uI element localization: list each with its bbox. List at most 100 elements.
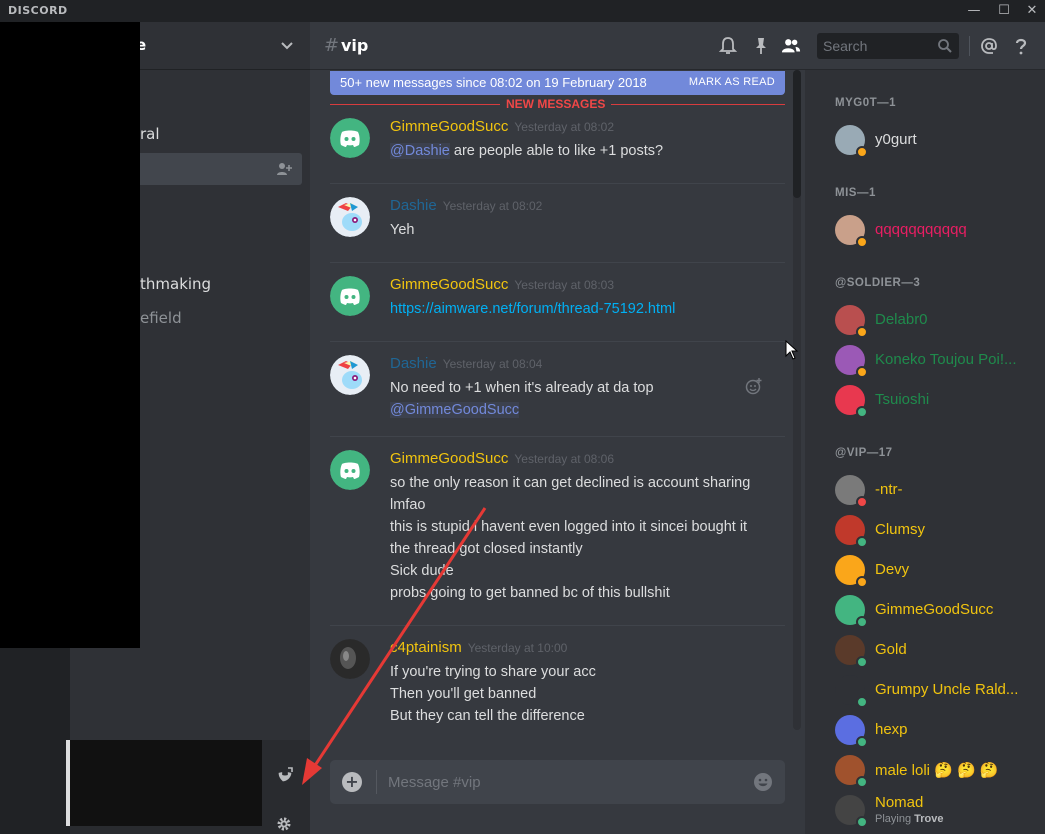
close-button[interactable]: ✕: [1018, 2, 1045, 20]
member-name[interactable]: GimmeGoodSucc: [875, 601, 993, 618]
channel-name: vip: [341, 36, 369, 55]
status-indicator-icon: [856, 406, 868, 418]
status-indicator-icon: [856, 326, 868, 338]
help-icon[interactable]: [1011, 36, 1031, 56]
message-text: But they can tell the difference: [390, 708, 585, 724]
user-mention[interactable]: @GimmeGoodSucc: [390, 402, 520, 418]
new-messages-bar[interactable]: 50+ new messages since 08:02 on 19 Febru…: [330, 71, 785, 95]
member-item[interactable]: Gold: [835, 633, 1035, 669]
status-indicator-icon: [856, 496, 868, 508]
member-item[interactable]: -ntr-: [835, 473, 1035, 509]
channel-label: efield: [140, 309, 182, 327]
chat-scrollbar-thumb[interactable]: [793, 70, 801, 198]
add-member-icon[interactable]: [276, 161, 292, 177]
member-name[interactable]: Gold: [875, 641, 907, 658]
message-timestamp: Yesterday at 08:06: [514, 452, 615, 466]
message-text: so the only reason it can get declined i…: [390, 475, 751, 491]
discord-avatar-icon[interactable]: [330, 118, 370, 158]
member-item[interactable]: Clumsy: [835, 513, 1035, 549]
message-header: GimmeGoodSucc Yesterday at 08:06: [390, 450, 614, 467]
maximize-button[interactable]: ☐: [990, 2, 1018, 20]
status-indicator-icon: [856, 816, 868, 828]
member-activity: Playing Trove: [875, 813, 944, 825]
member-name[interactable]: Delabr0: [875, 311, 928, 328]
message-author[interactable]: c4ptainism: [390, 639, 462, 656]
member-item[interactable]: Nomad Playing Trove: [835, 793, 1035, 829]
status-indicator-icon: [856, 366, 868, 378]
mouse-cursor-icon: [785, 340, 799, 360]
member-item[interactable]: GimmeGoodSucc: [835, 593, 1035, 629]
pin-icon[interactable]: [751, 36, 771, 56]
member-item[interactable]: hexp: [835, 713, 1035, 749]
status-indicator-icon: [856, 536, 868, 548]
message-text: No need to +1 when it's already at da to…: [390, 380, 654, 396]
member-name[interactable]: hexp: [875, 721, 908, 738]
search-box[interactable]: [817, 33, 959, 59]
discord-avatar-icon[interactable]: [330, 276, 370, 316]
header-separator: [969, 36, 970, 56]
message-text: lmfao: [390, 497, 426, 513]
chevron-down-icon[interactable]: [278, 36, 296, 54]
message-author[interactable]: Dashie: [390, 355, 437, 372]
pony-avatar-icon[interactable]: [330, 355, 370, 395]
separator-line: [330, 436, 785, 437]
message-content: @Dashie are people able to like +1 posts…: [390, 140, 663, 162]
mark-as-read-button[interactable]: MARK AS READ: [689, 76, 775, 88]
member-item[interactable]: Tsuioshi: [835, 383, 1035, 419]
status-indicator-icon: [856, 616, 868, 628]
member-name[interactable]: Tsuioshi: [875, 391, 929, 408]
gear-icon[interactable]: [276, 816, 292, 832]
message-link[interactable]: https://aimware.net/forum/thread-75192.h…: [390, 301, 675, 317]
bell-icon[interactable]: [718, 36, 738, 56]
message-input[interactable]: [388, 760, 738, 804]
upload-plus-icon[interactable]: +: [342, 772, 362, 792]
member-name[interactable]: y0gurt: [875, 131, 917, 148]
member-name[interactable]: Clumsy: [875, 521, 925, 538]
app-brand: DISCORD: [8, 4, 68, 17]
message-author[interactable]: GimmeGoodSucc: [390, 450, 508, 467]
member-item[interactable]: Devy: [835, 553, 1035, 589]
member-item[interactable]: Delabr0: [835, 303, 1035, 339]
disconnect-phone-icon[interactable]: [276, 766, 294, 784]
search-input[interactable]: [817, 33, 935, 59]
user-avatar-icon[interactable]: [330, 639, 370, 679]
member-name[interactable]: Nomad: [875, 794, 923, 811]
message-header: c4ptainism Yesterday at 10:00: [390, 639, 567, 656]
minimize-button[interactable]: —: [960, 2, 988, 20]
member-group-header: @VIP—17: [835, 447, 893, 459]
member-item[interactable]: qqqqqqqqqqq: [835, 213, 1035, 249]
emoji-icon[interactable]: [753, 772, 773, 792]
member-name[interactable]: qqqqqqqqqqq: [875, 221, 967, 238]
message-timestamp: Yesterday at 08:02: [514, 120, 615, 134]
discord-avatar-icon[interactable]: [330, 450, 370, 490]
member-name[interactable]: Koneko Toujou Poi!...: [875, 351, 1017, 368]
channel-label: thmaking: [140, 275, 212, 293]
mentions-icon[interactable]: [979, 36, 999, 56]
message-author[interactable]: Dashie: [390, 197, 437, 214]
window-titlebar: DISCORD — ☐ ✕: [0, 0, 1045, 22]
member-item[interactable]: y0gurt: [835, 123, 1035, 159]
user-info-redacted: [70, 740, 262, 826]
composer-separator: [376, 770, 377, 794]
message-content: Yeh: [390, 219, 414, 241]
add-reaction-icon[interactable]: [745, 377, 763, 395]
member-item[interactable]: Koneko Toujou Poi!...: [835, 343, 1035, 379]
message-header: Dashie Yesterday at 08:04: [390, 355, 542, 372]
status-indicator-icon: [856, 656, 868, 668]
message-text: Sick dude: [390, 563, 454, 579]
member-item[interactable]: male loli 🤔 🤔 🤔: [835, 753, 1035, 789]
member-name[interactable]: Grumpy Uncle Rald...: [875, 681, 1018, 698]
member-item[interactable]: Grumpy Uncle Rald...: [835, 673, 1035, 709]
pony-avatar-icon[interactable]: [330, 197, 370, 237]
message-author[interactable]: GimmeGoodSucc: [390, 276, 508, 293]
message-author[interactable]: GimmeGoodSucc: [390, 118, 508, 135]
message-content: https://aimware.net/forum/thread-75192.h…: [390, 298, 675, 320]
member-name[interactable]: Devy: [875, 561, 909, 578]
members-icon[interactable]: [781, 36, 801, 56]
message-header: Dashie Yesterday at 08:02: [390, 197, 542, 214]
user-mention[interactable]: @Dashie: [390, 143, 450, 159]
member-name[interactable]: -ntr-: [875, 481, 903, 498]
message-timestamp: Yesterday at 08:02: [442, 199, 543, 213]
member-name[interactable]: male loli 🤔 🤔 🤔: [875, 761, 999, 779]
status-indicator-icon: [856, 146, 868, 158]
